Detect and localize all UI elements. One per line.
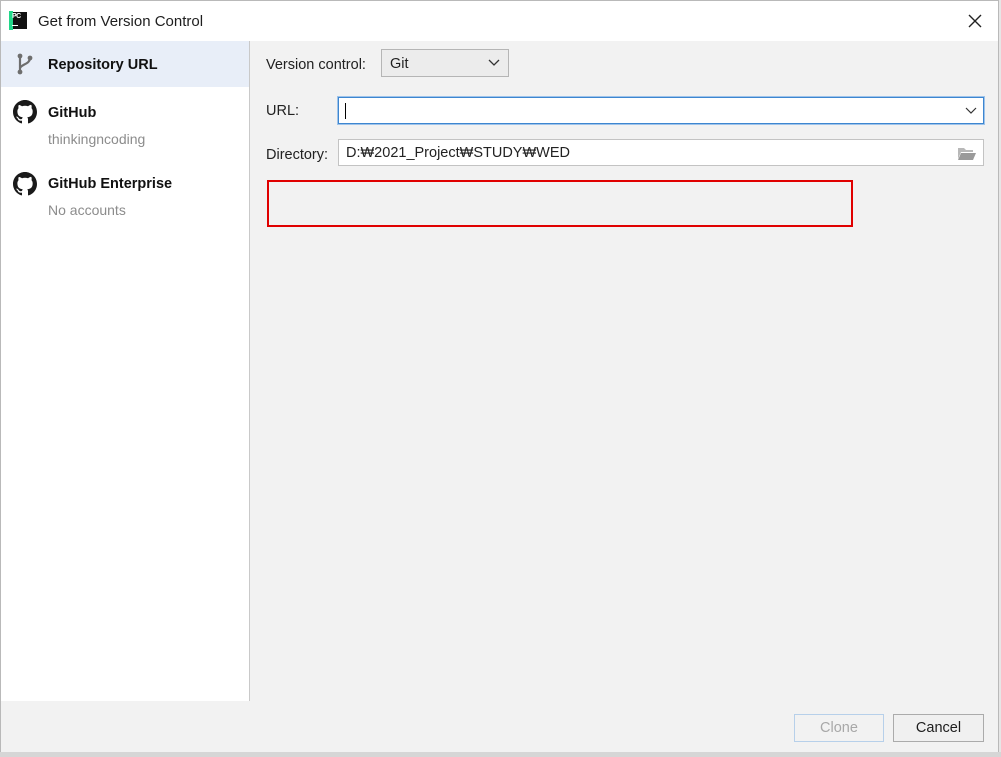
sidebar-item-label: Repository URL xyxy=(48,57,158,73)
sidebar: Repository URL GitHub thinkingncoding Gi… xyxy=(1,41,250,701)
sidebar-item-repository-url[interactable]: Repository URL xyxy=(1,41,249,87)
github-icon xyxy=(13,100,37,124)
highlight-box xyxy=(267,180,853,227)
version-control-select[interactable]: Git xyxy=(381,49,509,77)
close-icon xyxy=(968,14,982,28)
chevron-down-icon xyxy=(488,59,500,66)
github-icon xyxy=(13,172,37,196)
title-bar: PC Get from Version Control xyxy=(1,1,998,41)
sidebar-item-label: GitHub xyxy=(48,105,97,121)
pycharm-icon: PC xyxy=(9,11,27,30)
version-control-label: Version control: xyxy=(266,57,366,73)
directory-label: Directory: xyxy=(266,147,329,163)
dialog-footer: Clone Cancel xyxy=(1,701,998,753)
window-title: Get from Version Control xyxy=(38,13,204,30)
main-panel: Version control: Git URL: Directory: D:₩… xyxy=(250,41,998,701)
url-input[interactable] xyxy=(338,97,984,124)
clone-button[interactable]: Clone xyxy=(794,714,884,742)
close-button[interactable] xyxy=(964,10,986,32)
url-label: URL: xyxy=(266,103,300,119)
background-strip xyxy=(0,752,1001,757)
folder-open-icon[interactable] xyxy=(957,145,977,161)
version-control-value: Git xyxy=(390,56,409,72)
sidebar-item-github-enterprise[interactable]: GitHub Enterprise No accounts xyxy=(1,159,249,229)
text-cursor xyxy=(345,103,346,119)
sidebar-item-account: thinkingncoding xyxy=(48,131,146,147)
cancel-button[interactable]: Cancel xyxy=(893,714,984,742)
sidebar-item-label: GitHub Enterprise xyxy=(48,176,173,192)
chevron-down-icon[interactable] xyxy=(965,107,977,115)
branch-icon xyxy=(17,53,33,75)
dialog-window: PC Get from Version Control Repository U… xyxy=(0,0,999,753)
sidebar-item-github[interactable]: GitHub thinkingncoding xyxy=(1,87,249,157)
directory-input[interactable]: D:₩2021_Project₩STUDY₩WED xyxy=(338,139,984,166)
directory-value: D:₩2021_Project₩STUDY₩WED xyxy=(346,145,570,161)
sidebar-item-account: No accounts xyxy=(48,202,126,218)
